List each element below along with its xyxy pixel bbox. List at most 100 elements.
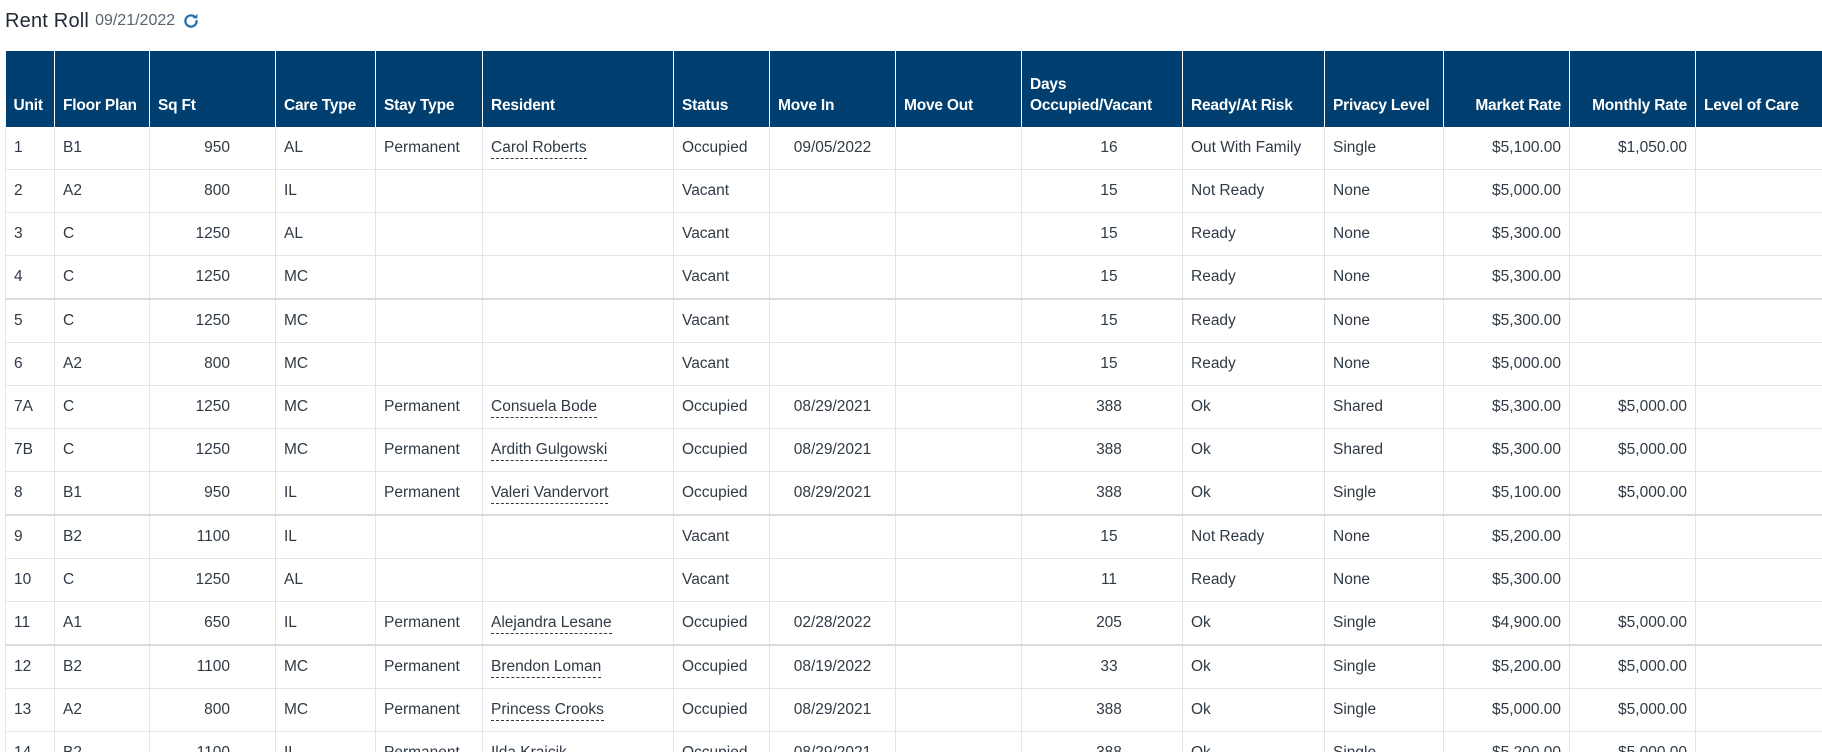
cell-status: Vacant — [673, 212, 770, 256]
resident-link[interactable]: Ardith Gulgowski — [491, 441, 608, 461]
cell-sq-ft: 800 — [149, 342, 276, 386]
cell-level-of-care — [1695, 515, 1822, 559]
cell-monthly-rate: $1,050.00 — [1569, 127, 1696, 170]
cell-ready-at-risk: Ok — [1182, 601, 1325, 646]
cell-care-type: MC — [275, 255, 376, 300]
cell-move-in: 08/29/2021 — [769, 731, 896, 752]
cell-resident: Ilda Krajcik — [482, 731, 674, 752]
cell-market-rate: $5,100.00 — [1443, 127, 1570, 170]
cell-days-occupied-vacant: 205 — [1021, 601, 1183, 646]
column-header-move-out[interactable]: Move Out — [895, 51, 1022, 127]
cell-stay-type — [375, 299, 483, 343]
cell-floor-plan: B2 — [54, 731, 150, 752]
column-header-stay-type[interactable]: Stay Type — [375, 51, 483, 127]
resident-link[interactable]: Ilda Krajcik — [491, 744, 567, 752]
cell-stay-type — [375, 558, 483, 602]
table-row: 12 B2 1100 MC Permanent Brendon Loman Occupied… — [5, 645, 1822, 689]
cell-resident: Carol Roberts — [482, 127, 674, 170]
column-header-move-in[interactable]: Move In — [769, 51, 896, 127]
cell-days-occupied-vacant: 11 — [1021, 558, 1183, 602]
cell-market-rate: $5,300.00 — [1443, 558, 1570, 602]
resident-link[interactable]: Consuela Bode — [491, 398, 597, 418]
cell-level-of-care — [1695, 299, 1822, 343]
cell-privacy-level: Shared — [1324, 385, 1444, 429]
cell-monthly-rate: $5,000.00 — [1569, 688, 1696, 732]
cell-level-of-care — [1695, 645, 1822, 689]
cell-resident: Alejandra Lesane — [482, 601, 674, 646]
table-row: 13 A2 800 MC Permanent Princess Crooks Occupie… — [5, 688, 1822, 732]
cell-stay-type: Permanent — [375, 645, 483, 689]
cell-move-out — [895, 515, 1022, 559]
resident-link[interactable]: Brendon Loman — [491, 658, 602, 678]
column-header-unit[interactable]: Unit — [5, 51, 55, 127]
cell-unit: 12 — [5, 645, 55, 689]
cell-sq-ft: 1250 — [149, 428, 276, 472]
column-header-ready-at-risk[interactable]: Ready/At Risk — [1182, 51, 1325, 127]
cell-privacy-level: Single — [1324, 688, 1444, 732]
cell-unit: 10 — [5, 558, 55, 602]
column-header-resident[interactable]: Resident — [482, 51, 674, 127]
cell-stay-type — [375, 342, 483, 386]
cell-days-occupied-vacant: 15 — [1021, 515, 1183, 559]
cell-level-of-care — [1695, 169, 1822, 213]
cell-market-rate: $5,000.00 — [1443, 342, 1570, 386]
cell-level-of-care — [1695, 127, 1822, 170]
cell-resident: Consuela Bode — [482, 385, 674, 429]
table-row: 10 C 1250 AL Vacant 11 Ready None $5,300.00 — [5, 558, 1822, 602]
table-row: 8 B1 950 IL Permanent Valeri Vandervort Occupi… — [5, 471, 1822, 516]
resident-link[interactable]: Princess Crooks — [491, 701, 604, 721]
resident-link[interactable]: Alejandra Lesane — [491, 614, 612, 634]
cell-move-in — [769, 515, 896, 559]
table-row: 7A C 1250 MC Permanent Consuela Bode Occupied 0… — [5, 385, 1822, 429]
cell-monthly-rate: $5,000.00 — [1569, 471, 1696, 516]
column-header-market-rate[interactable]: Market Rate — [1443, 51, 1570, 127]
cell-move-out — [895, 212, 1022, 256]
cell-privacy-level: None — [1324, 299, 1444, 343]
cell-floor-plan: A1 — [54, 601, 150, 646]
cell-market-rate: $5,000.00 — [1443, 169, 1570, 213]
cell-move-out — [895, 428, 1022, 472]
cell-level-of-care — [1695, 342, 1822, 386]
column-header-level-of-care[interactable]: Level of Care — [1695, 51, 1822, 127]
column-header-status[interactable]: Status — [673, 51, 770, 127]
cell-resident — [482, 515, 674, 559]
cell-ready-at-risk: Ready — [1182, 342, 1325, 386]
cell-resident — [482, 255, 674, 300]
cell-monthly-rate — [1569, 212, 1696, 256]
column-header-sq-ft[interactable]: Sq Ft — [149, 51, 276, 127]
cell-monthly-rate — [1569, 169, 1696, 213]
cell-unit: 8 — [5, 471, 55, 516]
cell-care-type: IL — [275, 515, 376, 559]
cell-move-out — [895, 731, 1022, 752]
column-header-monthly-rate[interactable]: Monthly Rate — [1569, 51, 1696, 127]
cell-level-of-care — [1695, 385, 1822, 429]
cell-market-rate: $5,300.00 — [1443, 385, 1570, 429]
column-header-privacy-level[interactable]: Privacy Level — [1324, 51, 1444, 127]
cell-stay-type: Permanent — [375, 428, 483, 472]
cell-floor-plan: C — [54, 212, 150, 256]
cell-move-out — [895, 385, 1022, 429]
resident-link[interactable]: Carol Roberts — [491, 139, 587, 159]
cell-sq-ft: 1100 — [149, 515, 276, 559]
table-row: 5 C 1250 MC Vacant 15 Ready None $5,300.00 — [5, 299, 1822, 343]
table-row: 4 C 1250 MC Vacant 15 Ready None $5,300.00 — [5, 255, 1822, 300]
cell-floor-plan: B2 — [54, 515, 150, 559]
cell-days-occupied-vacant: 388 — [1021, 688, 1183, 732]
column-header-care-type[interactable]: Care Type — [275, 51, 376, 127]
table-row: 2 A2 800 IL Vacant 15 Not Ready None $5,000.00 — [5, 169, 1822, 213]
cell-move-in: 08/29/2021 — [769, 471, 896, 516]
cell-level-of-care — [1695, 558, 1822, 602]
cell-ready-at-risk: Ready — [1182, 299, 1325, 343]
cell-ready-at-risk: Ok — [1182, 731, 1325, 752]
refresh-icon[interactable] — [181, 11, 201, 31]
cell-privacy-level: None — [1324, 342, 1444, 386]
cell-sq-ft: 1250 — [149, 299, 276, 343]
cell-market-rate: $5,000.00 — [1443, 688, 1570, 732]
cell-move-in — [769, 255, 896, 300]
column-header-floor-plan[interactable]: Floor Plan — [54, 51, 150, 127]
cell-move-out — [895, 601, 1022, 646]
cell-days-occupied-vacant: 15 — [1021, 299, 1183, 343]
resident-link[interactable]: Valeri Vandervort — [491, 484, 609, 504]
column-header-days-occupied-vacant[interactable]: Days Occupied/Vacant — [1021, 51, 1183, 127]
cell-sq-ft: 1250 — [149, 558, 276, 602]
